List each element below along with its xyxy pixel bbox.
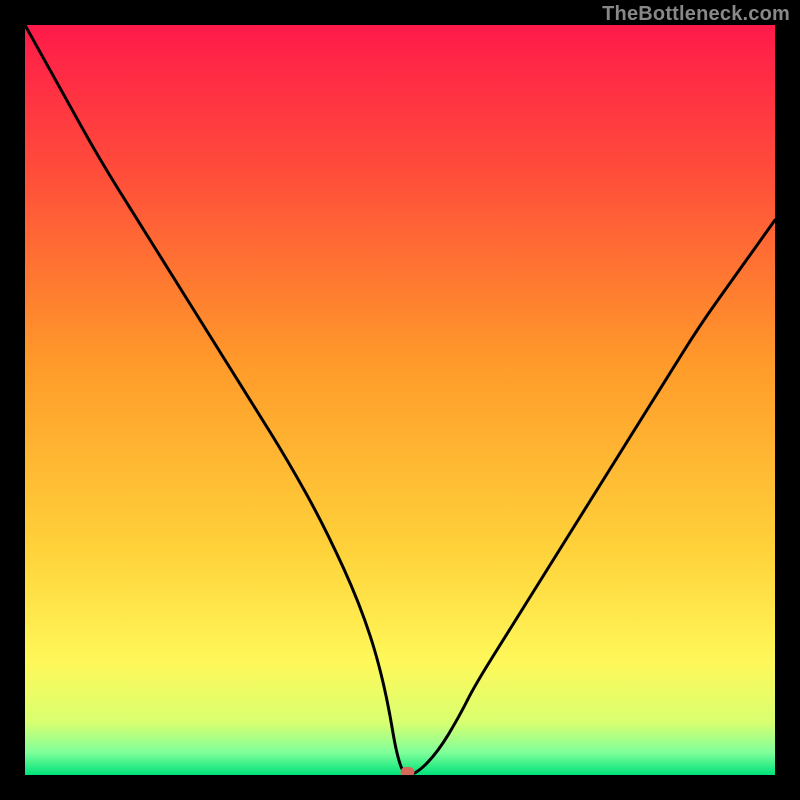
chart-area	[25, 25, 775, 775]
gradient-background	[25, 25, 775, 775]
optimal-marker	[401, 767, 415, 775]
watermark-text: TheBottleneck.com	[602, 3, 790, 26]
bottleneck-chart	[25, 25, 775, 775]
